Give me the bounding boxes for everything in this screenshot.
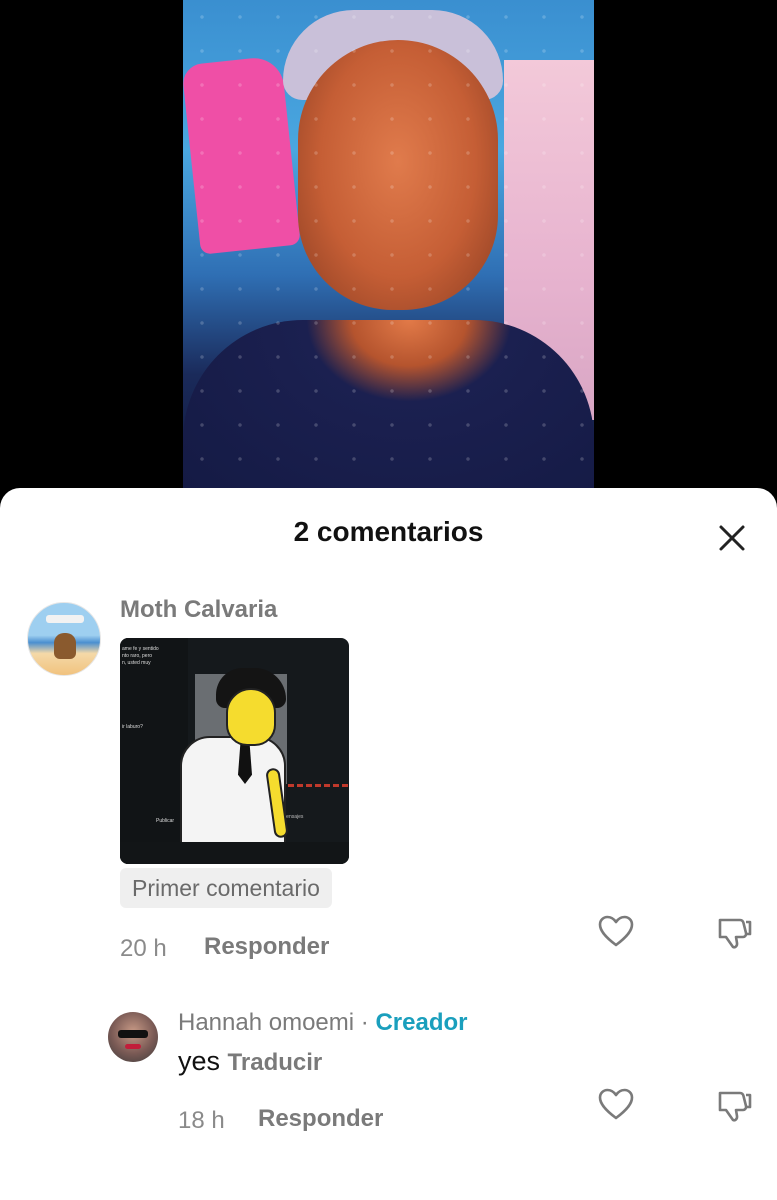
close-icon <box>719 525 745 551</box>
image-text: Publicar <box>156 818 175 824</box>
video-frame <box>183 0 594 500</box>
creator-badge: Creador <box>375 1009 468 1036</box>
dislike-button[interactable] <box>714 1085 754 1125</box>
image-text: ir laburo? <box>122 724 143 730</box>
dislike-button[interactable] <box>714 912 754 952</box>
comments-count-title: 2 comentarios <box>293 516 484 547</box>
reply-button[interactable]: Responder <box>204 933 329 961</box>
image-text: nto raro, pero <box>122 653 153 659</box>
image-text: ame fe y sentido <box>122 646 159 652</box>
comments-sheet: 2 comentarios Moth Calvaria ame fe y sen… <box>0 488 777 1200</box>
comment-body: yes <box>178 1046 221 1076</box>
comment-timestamp: 18 h <box>178 1107 225 1134</box>
comment-timestamp: 20 h <box>120 935 167 962</box>
comment-author[interactable]: Moth Calvaria <box>120 596 277 624</box>
comment-text: yes Traducir <box>178 1046 322 1077</box>
video-player[interactable] <box>0 0 777 500</box>
close-button[interactable] <box>712 518 752 558</box>
author-name[interactable]: Hannah omoemi <box>178 1009 354 1036</box>
heart-outline-icon <box>598 915 634 947</box>
heart-outline-icon <box>598 1088 634 1120</box>
reply-button[interactable]: Responder <box>258 1105 383 1133</box>
comment-image[interactable]: ame fe y sentido nto raro, pero n, usted… <box>120 638 349 864</box>
thumbs-down-outline-icon <box>718 1091 752 1122</box>
separator: · <box>360 1009 369 1036</box>
first-comment-badge: Primer comentario <box>120 868 332 908</box>
like-button[interactable] <box>596 1085 636 1125</box>
avatar[interactable] <box>27 602 101 676</box>
comment-author: Hannah omoemi · Creador <box>178 1009 467 1037</box>
thumbs-down-outline-icon <box>718 918 752 949</box>
translate-button[interactable]: Traducir <box>228 1049 323 1076</box>
avatar[interactable] <box>108 1012 158 1062</box>
image-text: n, usted muy <box>122 660 151 666</box>
like-button[interactable] <box>596 912 636 952</box>
